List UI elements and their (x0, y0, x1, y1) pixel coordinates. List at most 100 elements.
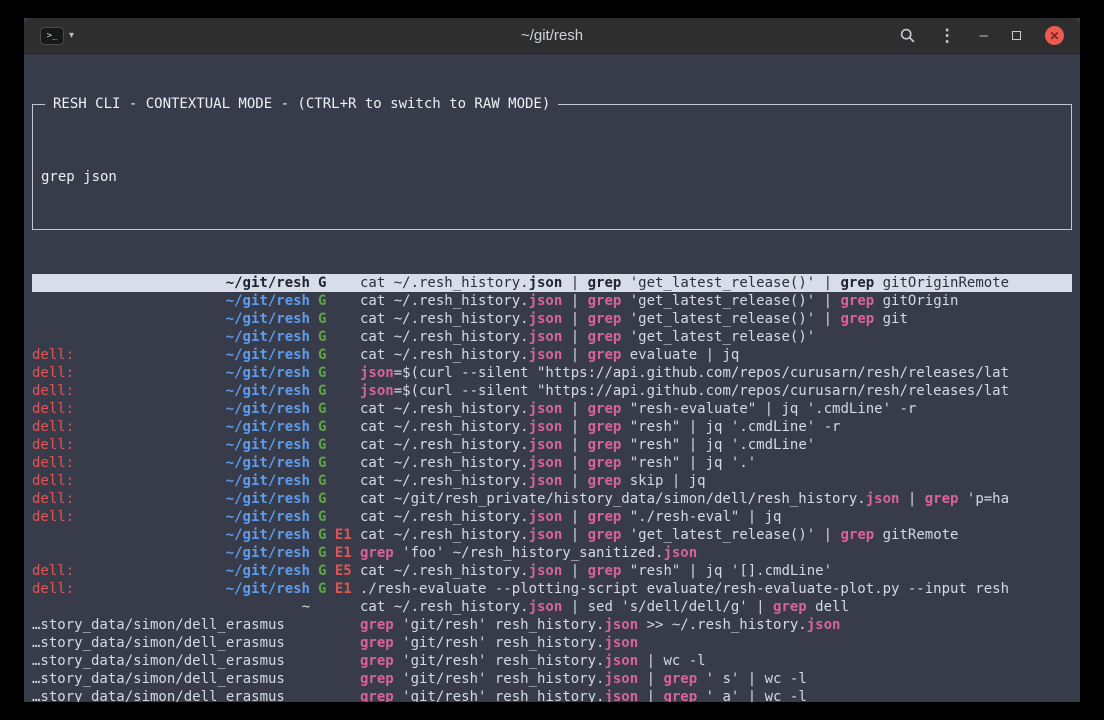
flag-git: G (318, 437, 326, 453)
flag-error: E5 (326, 563, 351, 579)
flag-git: G (318, 275, 326, 291)
row-flags: G E1 (310, 544, 360, 562)
row-command: cat ~/.resh_history.json | grep "resh-ev… (360, 400, 1072, 418)
query-match: grep (588, 419, 622, 435)
titlebar[interactable]: >_ ▾ ~/git/resh ⋮ – ✕ (24, 18, 1080, 54)
query-match: json (604, 617, 638, 633)
row-host: …story_data/simon/dell_erasmus (32, 634, 285, 652)
row-context: dell:~/git/resh (32, 454, 310, 472)
search-icon[interactable] (900, 28, 915, 43)
row-context: dell:~/git/resh (32, 400, 310, 418)
row-host: …story_data/simon/dell_erasmus (32, 616, 285, 634)
restore-button[interactable] (1012, 31, 1021, 40)
row-command: grep 'git/resh' resh_history.json (360, 634, 1072, 652)
flag-git: G (318, 383, 326, 399)
history-row[interactable]: dell:~/git/reshG E1./resh-evaluate --plo… (32, 580, 1072, 598)
history-list: ~/git/reshGcat ~/.resh_history.json | gr… (32, 274, 1072, 702)
query-match: grep (588, 311, 622, 327)
history-row[interactable]: ~/git/resh Gcat ~/.resh_history.json | gr… (32, 274, 1072, 292)
history-row[interactable]: dell:~/git/reshGcat ~/.resh_history.json… (32, 400, 1072, 418)
flag-git: G (318, 365, 326, 381)
history-row[interactable]: …story_data/simon/dell_erasmusgrep 'git/… (32, 670, 1072, 688)
query-match: grep (588, 455, 622, 471)
history-row[interactable]: dell:~/git/reshGcat ~/.resh_history.json… (32, 436, 1072, 454)
query-match: grep (663, 689, 697, 702)
row-directory: ~/git/resh (226, 580, 310, 598)
query-match: json (866, 491, 900, 507)
history-row[interactable]: dell:~/git/reshGcat ~/.resh_history.json… (32, 418, 1072, 436)
history-row[interactable]: dell:~/git/reshGcat ~/.resh_history.json… (32, 508, 1072, 526)
history-row[interactable]: dell:~/git/reshGjson=$(curl --silent "ht… (32, 382, 1072, 400)
query-match: grep (588, 293, 622, 309)
history-row[interactable]: …story_data/simon/dell_erasmusgrep 'git/… (32, 616, 1072, 634)
query-match: grep (588, 329, 622, 345)
row-host: dell: (32, 382, 74, 400)
row-host: dell: (32, 490, 74, 508)
row-context: ~/git/resh (32, 274, 310, 292)
row-flags: G (310, 328, 360, 346)
query-match: grep (588, 437, 622, 453)
query-match: grep (588, 509, 622, 525)
history-row[interactable]: ~cat ~/.resh_history.json | sed 's/dell/… (32, 598, 1072, 616)
row-flags: G (310, 364, 360, 382)
row-command: grep 'git/resh' resh_history.json | wc -… (360, 652, 1072, 670)
query-match: json (529, 509, 563, 525)
flag-git: G (318, 347, 326, 363)
minimize-button[interactable]: – (980, 28, 988, 43)
close-button[interactable]: ✕ (1045, 26, 1064, 45)
row-context: dell:~/git/resh (32, 382, 310, 400)
history-row[interactable]: …story_data/simon/dell_erasmus grep 'git/… (32, 634, 1072, 652)
query-match: json (529, 563, 563, 579)
history-row[interactable]: …story_data/simon/dell_erasmusgrep 'git/… (32, 688, 1072, 702)
history-row[interactable]: dell:~/git/reshGcat ~/git/resh_private/h… (32, 490, 1072, 508)
search-query-input[interactable]: grep json (41, 168, 1063, 186)
row-context: ~/git/resh (32, 544, 310, 562)
history-row[interactable]: ~/git/reshGcat ~/.resh_history.json | gr… (32, 292, 1072, 310)
history-row[interactable]: dell:~/git/reshGcat ~/.resh_history.json… (32, 346, 1072, 364)
row-host: dell: (32, 580, 74, 598)
row-flags: G E1 (310, 580, 360, 598)
row-flags (310, 616, 360, 634)
query-match: json (529, 419, 563, 435)
restore-icon (1012, 31, 1021, 40)
query-match: json (604, 653, 638, 669)
row-flags: G (310, 400, 360, 418)
history-row[interactable]: ~/git/reshG E1grep 'foo' ~/resh_history_… (32, 544, 1072, 562)
row-host: dell: (32, 400, 74, 418)
resh-header-box: RESH CLI - CONTEXTUAL MODE - (CTRL+R to … (32, 104, 1072, 230)
row-directory: ~/git/resh (226, 346, 310, 364)
query-match: json (529, 455, 563, 471)
query-match: grep (360, 545, 394, 561)
row-flags (310, 652, 360, 670)
query-match: grep (588, 401, 622, 417)
query-match: json (663, 545, 697, 561)
terminal-app-button[interactable]: >_ ▾ (40, 27, 74, 45)
terminal-body[interactable]: RESH CLI - CONTEXTUAL MODE - (CTRL+R to … (24, 54, 1080, 702)
row-command: grep 'git/resh' resh_history.json | grep… (360, 670, 1072, 688)
history-row[interactable]: dell:~/git/reshGjson=$(curl --silent "ht… (32, 364, 1072, 382)
query-match: json (529, 311, 563, 327)
history-row[interactable]: dell:~/git/reshG E5cat ~/.resh_history.j… (32, 562, 1072, 580)
query-match: grep (360, 671, 394, 687)
history-row[interactable]: ~/git/reshGcat ~/.resh_history.json | gr… (32, 310, 1072, 328)
query-match: json (604, 671, 638, 687)
history-row[interactable]: ~/git/reshG E1cat ~/.resh_history.json |… (32, 526, 1072, 544)
history-row[interactable]: …story_data/simon/dell_erasmusgrep 'git/… (32, 652, 1072, 670)
row-command: cat ~/.resh_history.json | grep 'get_lat… (360, 274, 1072, 292)
history-row[interactable]: dell:~/git/reshGcat ~/.resh_history.json… (32, 472, 1072, 490)
row-command: json=$(curl --silent "https://api.github… (360, 364, 1072, 382)
history-row[interactable]: ~/git/reshGcat ~/.resh_history.json | gr… (32, 328, 1072, 346)
row-command: cat ~/.resh_history.json | grep "resh" |… (360, 436, 1072, 454)
row-command: grep 'foo' ~/resh_history_sanitized.json (360, 544, 1072, 562)
query-match: grep (840, 293, 874, 309)
query-match: grep (360, 689, 394, 702)
row-command: cat ~/.resh_history.json | grep 'get_lat… (360, 328, 1072, 346)
row-context: …story_data/simon/dell_erasmus (32, 688, 310, 702)
row-command: cat ~/.resh_history.json | sed 's/dell/d… (360, 598, 1072, 616)
history-row[interactable]: dell:~/git/reshGcat ~/.resh_history.json… (32, 454, 1072, 472)
menu-kebab-icon[interactable]: ⋮ (939, 27, 956, 44)
query-match: json (529, 527, 563, 543)
query-match: json (360, 383, 394, 399)
row-directory: ~/git/resh (226, 490, 310, 508)
row-flags: G (310, 454, 360, 472)
